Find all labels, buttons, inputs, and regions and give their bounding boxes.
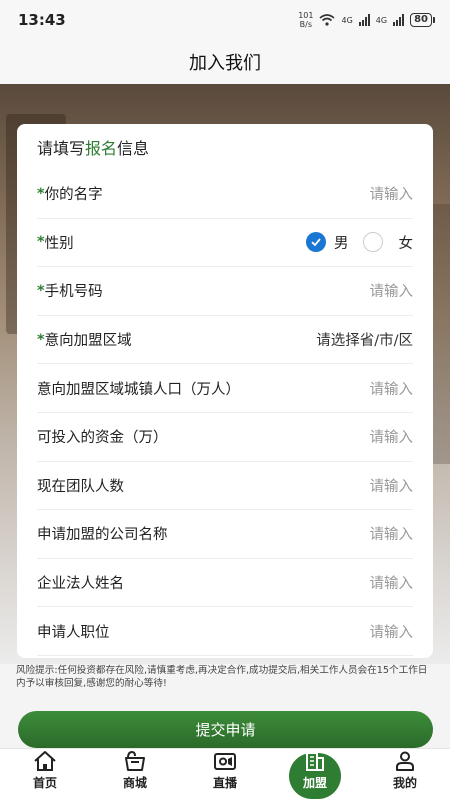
phone-field[interactable]: * 手机号码 请输入 [37,267,413,316]
field-label: 你的名字 [44,187,103,204]
tab-label: 直播 [212,776,237,790]
field-label: 申请人职位 [37,624,110,641]
status-icons: 101 B/s 4G 4G 80 [298,11,435,29]
tab-live[interactable]: 直播 [180,749,270,800]
position-field[interactable]: 申请人职位 请输入 [37,607,413,656]
tab-label: 首页 [32,776,57,790]
field-label: 手机号码 [44,284,103,301]
risk-notice: 风险提示:任何投资都存在风险,请慎重考虑,再决定合作,成功提交后,相关工作人员会… [16,665,428,689]
tab-shop[interactable]: 商城 [90,749,180,800]
name-input[interactable]: 请输入 [370,183,414,204]
legal-person-field[interactable]: 企业法人姓名 请输入 [37,559,413,608]
form-heading-pre: 请填写 [37,139,86,158]
region-field[interactable]: * 意向加盟区域 请选择省/市/区 [37,316,413,365]
signal-label-1: 4G [341,15,353,25]
gender-female-label[interactable]: 女 [399,232,414,253]
field-label: 意向加盟区域 [44,333,132,350]
page-title: 加入我们 [0,40,450,84]
team-size-input[interactable]: 请输入 [370,475,414,496]
company-name-field[interactable]: 申请加盟的公司名称 请输入 [37,510,413,559]
required-mark: * [37,185,45,202]
live-icon [214,753,236,770]
tab-label: 我的 [392,776,417,790]
gender-options: 男 女 [306,232,413,253]
field-label: 可投入的资金（万） [37,430,168,447]
form-heading-post: 信息 [117,139,150,158]
form-heading: 请填写 报名 信息 [37,124,413,170]
capital-input[interactable]: 请输入 [370,426,414,447]
gender-field: * 性别 男 女 [37,219,413,268]
submit-button[interactable]: 提交申请 [18,711,433,748]
status-bar: 13:43 101 B/s 4G 4G 80 [0,0,450,40]
capital-field[interactable]: 可投入的资金（万） 请输入 [37,413,413,462]
form-heading-highlight: 报名 [85,139,118,158]
name-field[interactable]: * 你的名字 请输入 [37,170,413,219]
network-speed: 101 B/s [298,11,313,29]
tab-label: 加盟 [302,776,327,790]
legal-person-input[interactable]: 请输入 [370,572,414,593]
gender-female-radio[interactable] [362,232,383,253]
tab-join[interactable]: 加盟 [270,749,360,800]
battery-icon: 80 [410,13,435,27]
region-select[interactable]: 请选择省/市/区 [316,329,413,350]
net-speed-unit: B/s [299,20,313,29]
application-form: 请填写 报名 信息 * 你的名字 请输入 * 性别 男 女 * 手机号码 请输入 *… [17,124,433,658]
field-label: 现在团队人数 [37,478,124,495]
signal-icon-1 [358,14,370,26]
phone-input[interactable]: 请输入 [370,280,414,301]
field-label: 企业法人姓名 [37,576,124,593]
signal-icon-2 [393,14,405,26]
shop-icon [125,750,145,771]
field-label: 意向加盟区域城镇人口（万人） [37,381,240,398]
tab-profile[interactable]: 我的 [360,749,450,800]
signal-label-2: 4G [375,15,388,25]
bottom-tab-bar: 首页 商城 直播 加盟 我的 [0,748,450,800]
required-mark: * [37,234,45,251]
wifi-icon [319,14,336,26]
home-icon [34,751,56,771]
check-icon [311,238,321,247]
required-mark: * [37,331,45,348]
field-label: 申请加盟的公司名称 [37,527,168,544]
profile-icon [396,751,414,771]
status-time: 13:43 [18,11,66,29]
tab-home[interactable]: 首页 [0,749,90,800]
team-size-field[interactable]: 现在团队人数 请输入 [37,462,413,511]
net-speed-value: 101 [298,11,314,20]
required-mark: * [37,282,45,299]
position-input[interactable]: 请输入 [370,621,414,642]
join-icon [306,752,324,771]
population-field[interactable]: 意向加盟区域城镇人口（万人） 请输入 [37,364,413,413]
tab-label: 商城 [122,776,147,790]
company-name-input[interactable]: 请输入 [370,523,414,544]
field-label: 性别 [44,235,74,252]
gender-male-radio[interactable] [306,232,326,253]
population-input[interactable]: 请输入 [370,378,414,399]
gender-male-label[interactable]: 男 [334,232,349,253]
